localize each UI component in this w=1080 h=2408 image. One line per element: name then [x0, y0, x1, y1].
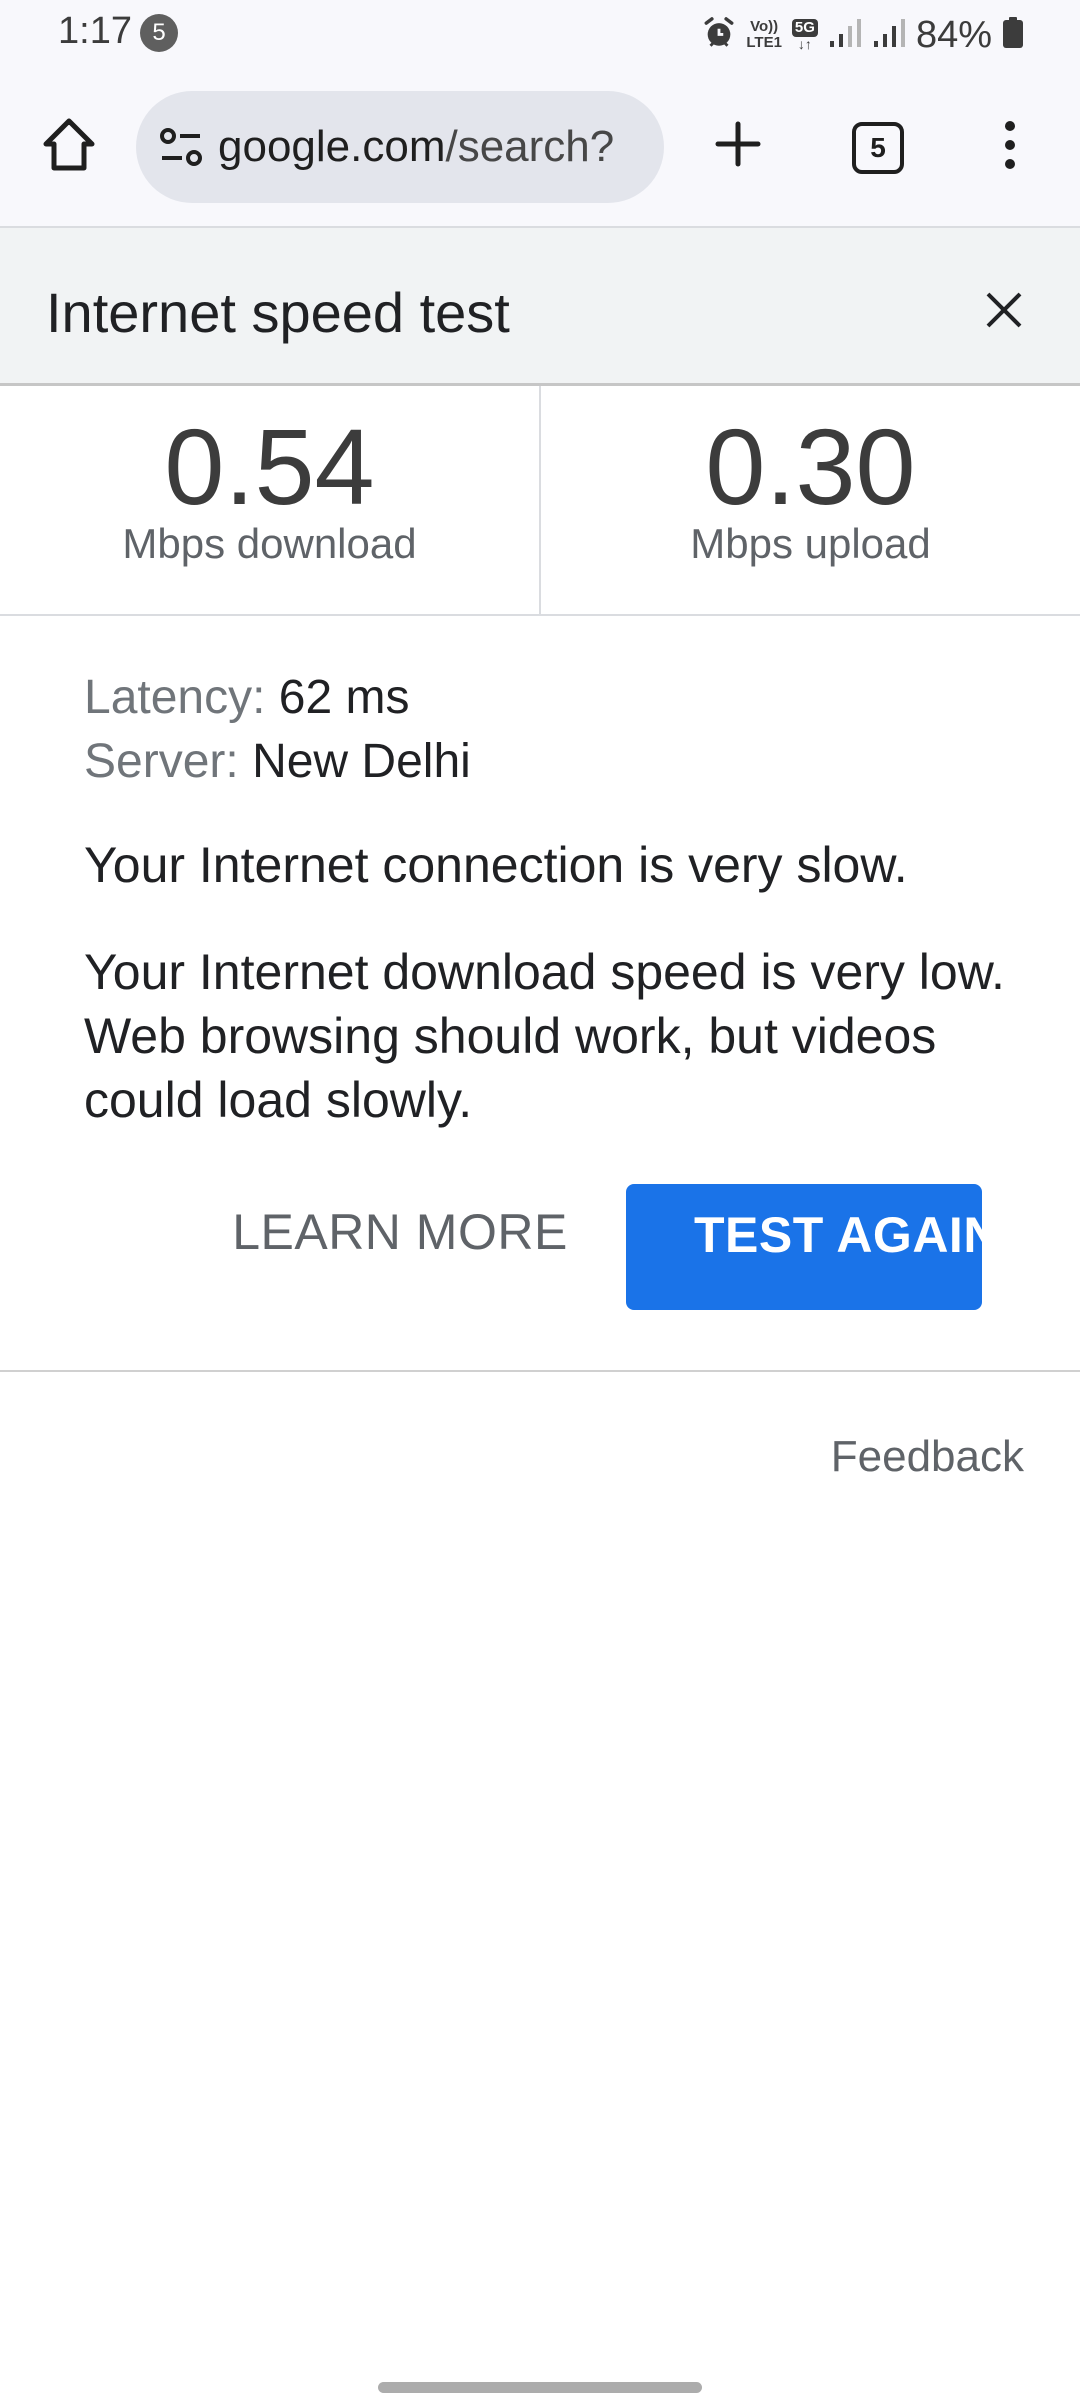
site-settings-icon — [160, 128, 202, 166]
gesture-navigation-bar[interactable] — [378, 2382, 702, 2393]
more-menu-icon — [1005, 121, 1015, 169]
browser-toolbar: google.com/search? 5 — [0, 70, 1080, 228]
tab-switcher-button[interactable]: 5 — [852, 122, 904, 174]
notification-count-badge: 5 — [140, 14, 178, 52]
url-host: google.com — [218, 122, 446, 171]
test-again-button[interactable]: TEST AGAIN — [626, 1184, 982, 1310]
test-details: Latency: 62 ms Server: New Delhi — [84, 666, 1004, 794]
connection-summary: Your Internet connection is very slow. — [84, 837, 908, 893]
network-type-label: 5G — [791, 19, 818, 37]
server-value: New Delhi — [252, 735, 471, 788]
alarm-icon — [702, 16, 736, 55]
speed-test-header: Internet speed test — [0, 228, 1080, 386]
status-icons: Vo)) LTE1 5G ↓↑ 84% — [702, 10, 1024, 60]
volte-bottom-label: LTE1 — [746, 34, 782, 51]
status-time: 1:17 — [58, 10, 132, 52]
signal-icon — [872, 17, 906, 54]
volte-icon: Vo)) LTE1 — [746, 19, 782, 51]
test-again-label: TEST AGAIN — [694, 1207, 982, 1263]
new-tab-button[interactable] — [706, 112, 770, 176]
data-activity-icon: ↓↑ — [797, 36, 812, 52]
download-value: 0.54 — [164, 406, 375, 527]
speed-results: 0.54 Mbps download 0.30 Mbps upload — [0, 386, 1080, 616]
volte-top-label: Vo)) — [750, 18, 779, 35]
learn-more-button[interactable]: LEARN MORE — [230, 1190, 570, 1274]
status-bar: 1:17 5 Vo)) LTE1 5G ↓↑ 84% — [0, 0, 1080, 70]
url-path: /search? — [445, 122, 615, 171]
server-row: Server: New Delhi — [84, 730, 1004, 794]
divider — [0, 1370, 1080, 1372]
download-result: 0.54 Mbps download — [0, 386, 541, 614]
upload-unit: Mbps upload — [690, 520, 931, 567]
latency-row: Latency: 62 ms — [84, 666, 1004, 730]
home-button[interactable] — [36, 112, 102, 178]
connection-description: Your Internet download speed is very low… — [84, 944, 1005, 1128]
5g-icon: 5G ↓↑ — [791, 19, 818, 52]
new-tab-icon — [715, 121, 761, 167]
server-label: Server: — [84, 735, 239, 788]
upload-result: 0.30 Mbps upload — [541, 386, 1080, 614]
upload-value: 0.30 — [705, 406, 916, 527]
signal-icon — [828, 17, 862, 54]
address-bar[interactable]: google.com/search? — [136, 91, 664, 203]
close-icon — [986, 292, 1022, 328]
latency-label: Latency: — [84, 671, 266, 724]
close-button[interactable] — [972, 278, 1036, 342]
site-settings-button[interactable] — [158, 124, 204, 170]
card-title: Internet speed test — [46, 281, 510, 344]
latency-value: 62 ms — [278, 671, 410, 724]
home-icon — [43, 118, 95, 171]
feedback-link[interactable]: Feedback — [831, 1432, 1024, 1482]
more-menu-button[interactable] — [990, 112, 1030, 178]
battery-icon — [1002, 16, 1024, 54]
url-text[interactable]: google.com/search? — [218, 122, 614, 172]
download-unit: Mbps download — [122, 520, 417, 567]
battery-percent: 84% — [915, 13, 992, 56]
